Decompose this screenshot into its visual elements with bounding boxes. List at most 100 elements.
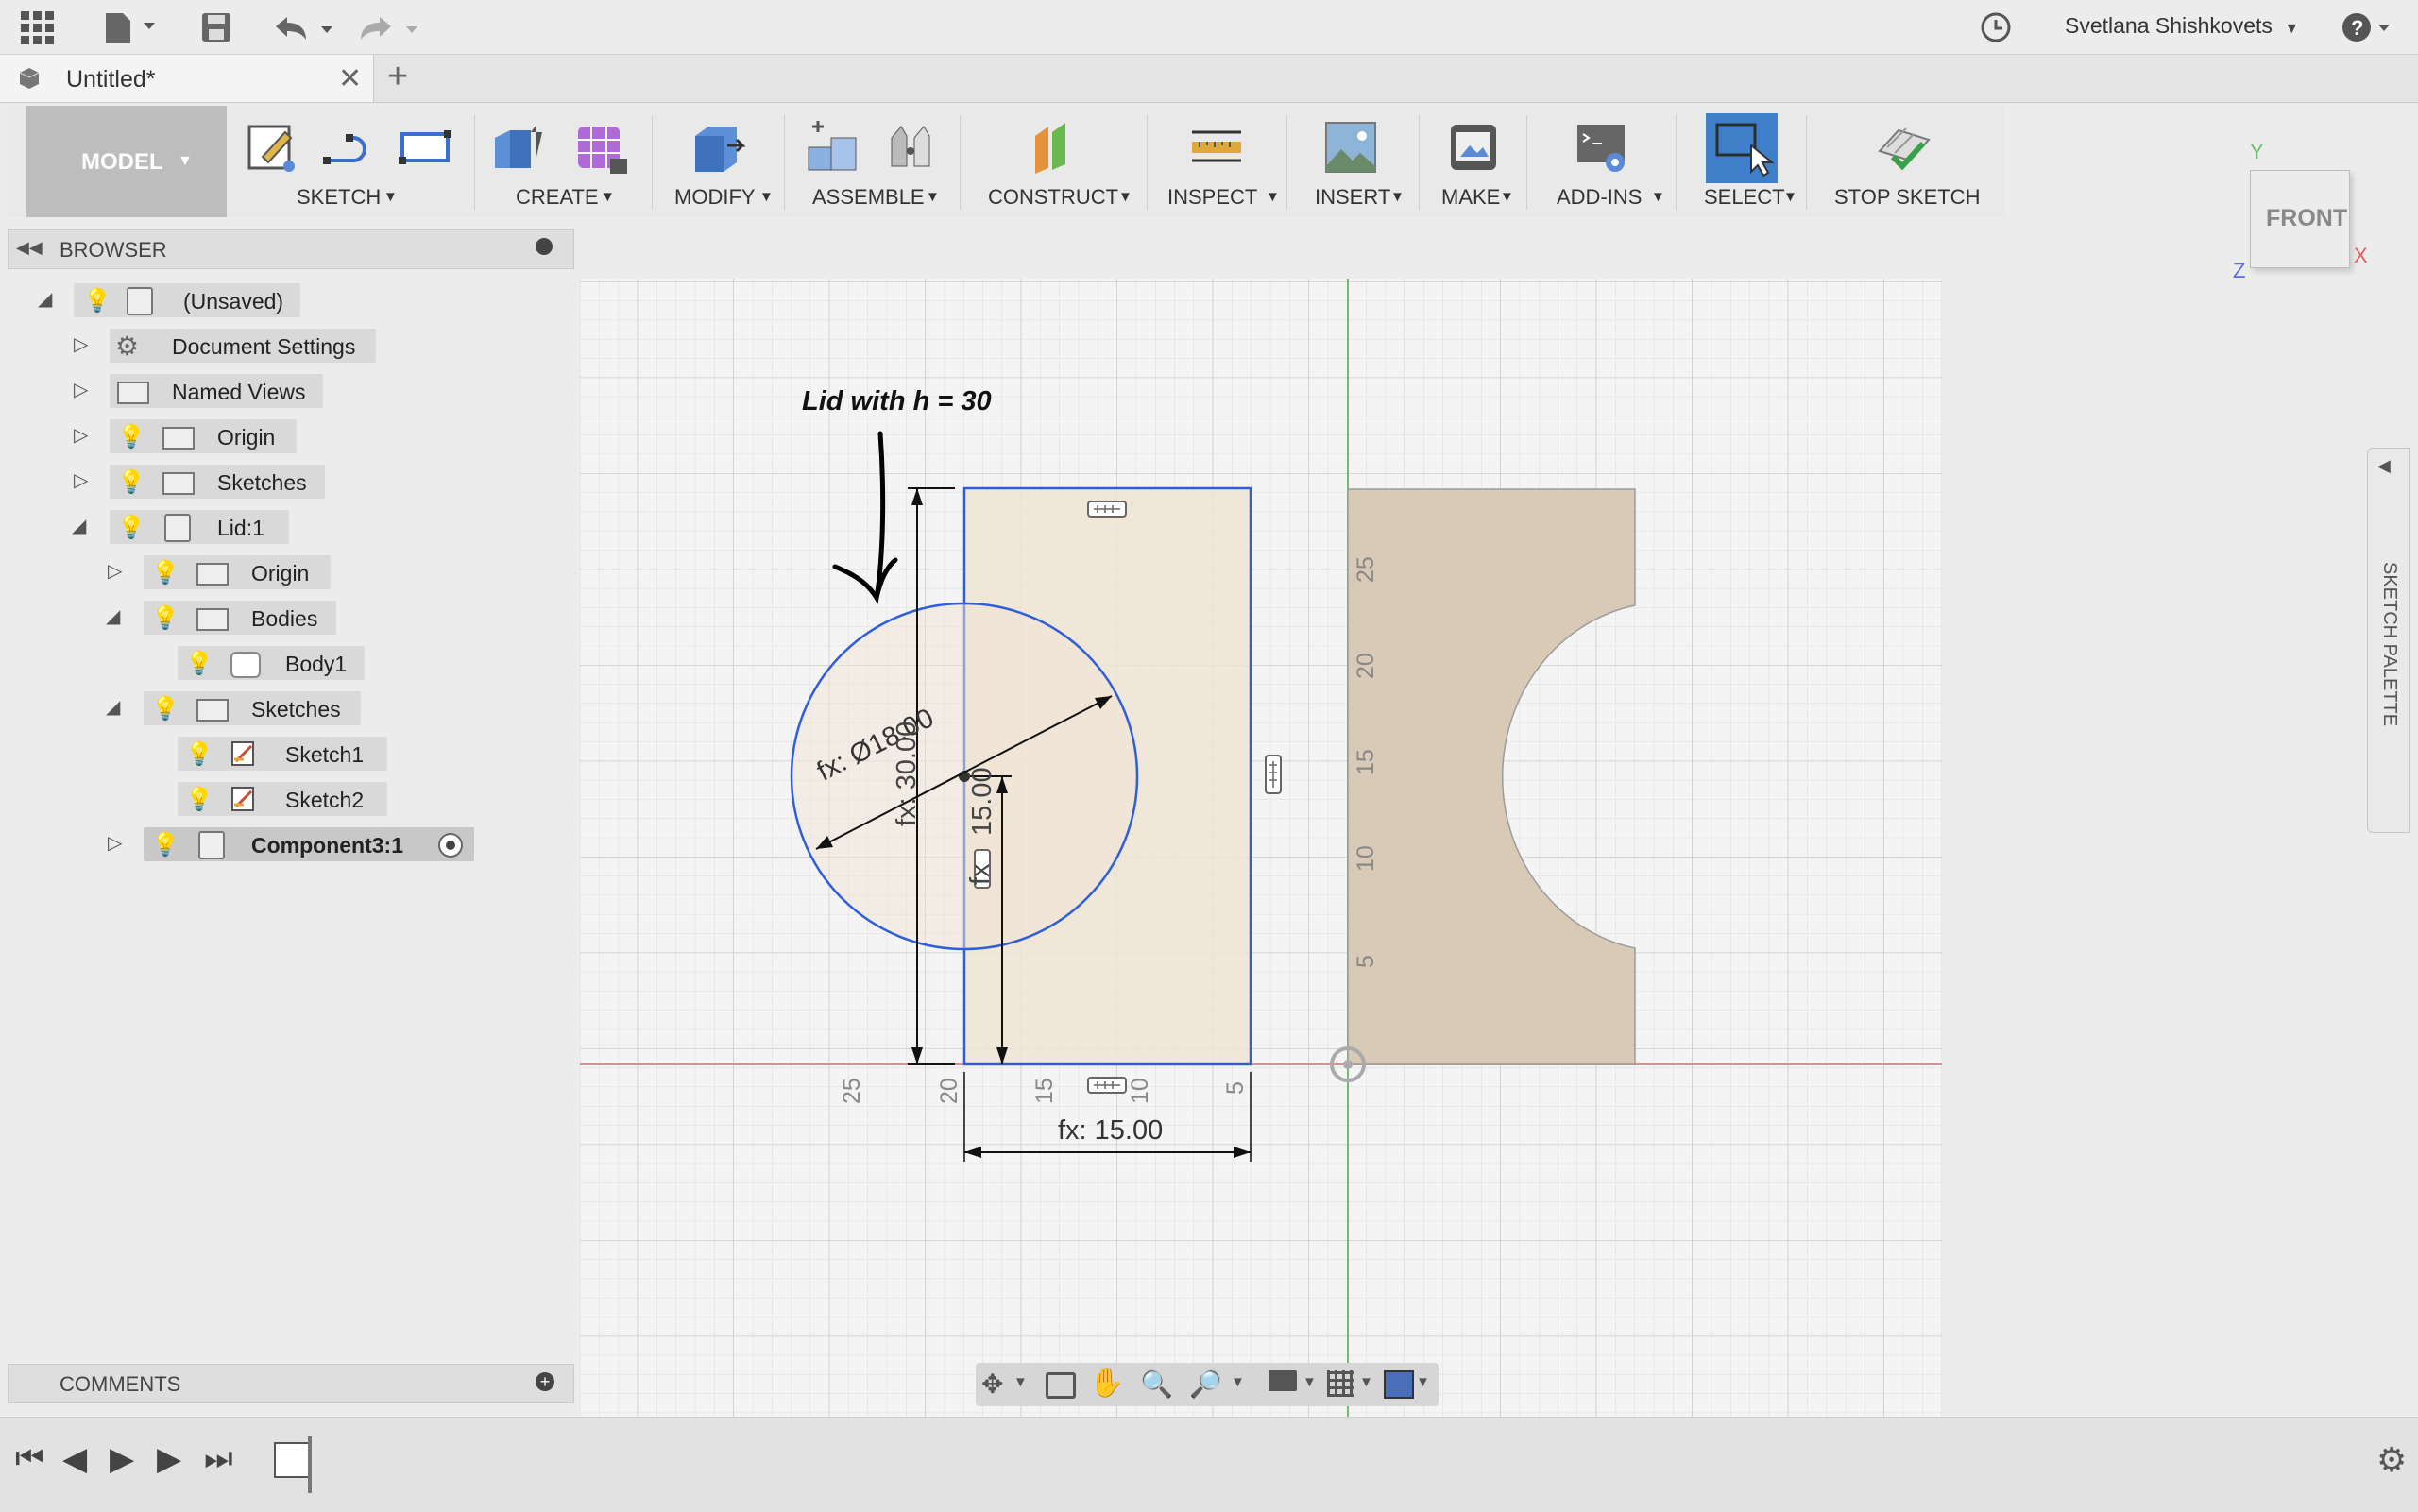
viewports-icon[interactable] — [1384, 1370, 1414, 1399]
browser-header[interactable]: ◀◀ BROWSER — [8, 229, 574, 269]
horizontal-dimension-label[interactable]: fx: 15.00 — [1058, 1115, 1163, 1147]
comments-header[interactable]: COMMENTS + — [8, 1364, 574, 1403]
close-icon[interactable]: ✕ — [338, 62, 362, 95]
view-cube[interactable]: FRONT Y X Z — [2220, 138, 2390, 282]
expand-triangle-icon[interactable]: ▷ — [108, 831, 122, 855]
create-group[interactable]: CREATE ▼ — [484, 106, 644, 217]
chevron-down-icon[interactable]: ▼ — [1013, 1374, 1028, 1390]
go-to-end-icon[interactable]: ⏭ — [204, 1440, 233, 1477]
make-menu[interactable]: MAKE — [1441, 185, 1500, 210]
collapse-triangle-icon[interactable]: ◢ — [72, 514, 86, 537]
user-menu[interactable]: Svetlana Shishkovets ▼ — [2065, 13, 2301, 42]
undo-icon[interactable] — [272, 11, 340, 45]
assemble-menu[interactable]: ASSEMBLE — [812, 185, 925, 210]
stop-sketch-button[interactable]: STOP SKETCH — [1834, 185, 1980, 210]
modify-group[interactable]: MODIFY ▼ — [659, 106, 792, 217]
look-at-icon[interactable] — [1046, 1372, 1076, 1399]
sketch-group[interactable]: SKETCH ▼ — [234, 106, 470, 217]
assemble-group[interactable]: ASSEMBLE ▼ — [792, 106, 962, 217]
expand-panel-icon[interactable]: ◀ — [2377, 456, 2391, 476]
insert-group[interactable]: INSERT ▼ — [1294, 106, 1417, 217]
help-icon[interactable]: ? — [2341, 11, 2397, 43]
insert-image-icon[interactable] — [1322, 119, 1379, 176]
workspace-switcher[interactable]: MODEL ▼ — [26, 106, 227, 217]
lightbulb-icon[interactable]: 💡 — [185, 786, 213, 813]
expand-triangle-icon[interactable]: ▷ — [74, 332, 88, 356]
lightbulb-icon[interactable]: 💡 — [83, 287, 111, 314]
tree-item-origin[interactable]: ▷ 💡 Origin — [0, 419, 576, 453]
tree-item-component3[interactable]: ▷ 💡 Component3:1 — [0, 827, 576, 861]
play-icon[interactable]: ▶ — [110, 1440, 134, 1478]
extrude-icon[interactable] — [489, 119, 546, 176]
chevron-down-icon[interactable]: ▼ — [1359, 1374, 1373, 1390]
vertical-dimension-label[interactable]: 15.00 — [967, 767, 998, 836]
tree-item-sketch1[interactable]: 💡 Sketch1 — [0, 737, 576, 771]
tree-item-lid[interactable]: ◢ 💡 Lid:1 — [0, 510, 576, 544]
chevron-down-icon[interactable]: ▼ — [1231, 1374, 1245, 1390]
go-to-start-icon[interactable]: ⏮ — [15, 1440, 44, 1477]
3d-print-icon[interactable] — [1445, 119, 1502, 176]
chevron-down-icon[interactable]: ▼ — [1303, 1374, 1317, 1390]
insert-menu[interactable]: INSERT — [1315, 185, 1390, 210]
stop-sketch-group[interactable]: STOP SKETCH — [1814, 106, 1984, 217]
inspect-menu[interactable]: INSPECT — [1167, 185, 1257, 210]
orbit-icon[interactable]: ✥ — [981, 1368, 1003, 1400]
zoom-icon[interactable]: 🔍 — [1140, 1368, 1173, 1400]
grid-menu-icon[interactable] — [21, 11, 55, 45]
select-group[interactable]: SELECT ▼ — [1683, 106, 1806, 217]
step-forward-icon[interactable]: ▶ — [157, 1440, 181, 1478]
rectangle-tool-icon[interactable] — [397, 119, 453, 176]
collapse-triangle-icon[interactable]: ◢ — [38, 287, 52, 311]
sketch-menu[interactable]: SKETCH — [297, 185, 381, 210]
lightbulb-icon[interactable]: 💡 — [117, 468, 145, 496]
create-sketch-icon[interactable] — [244, 119, 300, 176]
expand-triangle-icon[interactable]: ▷ — [74, 468, 88, 492]
tab-untitled[interactable]: Untitled* ✕ — [0, 55, 374, 102]
tree-item-sketches[interactable]: ▷ 💡 Sketches — [0, 465, 576, 499]
collapse-triangle-icon[interactable]: ◢ — [106, 695, 120, 719]
minimize-icon[interactable] — [536, 238, 553, 255]
scripts-addins-icon[interactable] — [1574, 119, 1630, 176]
form-icon[interactable] — [572, 119, 629, 176]
expand-triangle-icon[interactable]: ▷ — [74, 423, 88, 447]
timeline-sketch-feature-icon[interactable] — [274, 1442, 310, 1478]
add-ins-group[interactable]: ADD-INS ▼ — [1534, 106, 1676, 217]
measure-icon[interactable] — [1188, 119, 1245, 176]
tree-item-root[interactable]: ◢ 💡 (Unsaved) — [0, 283, 576, 317]
lightbulb-icon[interactable]: 💡 — [151, 831, 179, 858]
lightbulb-icon[interactable]: 💡 — [117, 423, 145, 450]
collapse-triangle-icon[interactable]: ◢ — [106, 604, 120, 628]
tree-item-bodies[interactable]: ◢ 💡 Bodies — [0, 601, 576, 635]
add-ins-menu[interactable]: ADD-INS — [1557, 185, 1642, 210]
add-comment-icon[interactable]: + — [536, 1372, 554, 1391]
pan-hand-icon[interactable]: ✋ — [1089, 1367, 1124, 1400]
expand-triangle-icon[interactable]: ▷ — [108, 559, 122, 583]
tree-item-lid-origin[interactable]: ▷ 💡 Origin — [0, 555, 576, 589]
lightbulb-icon[interactable]: 💡 — [185, 650, 213, 677]
expand-triangle-icon[interactable]: ▷ — [74, 378, 88, 401]
file-icon[interactable] — [102, 9, 161, 45]
lightbulb-icon[interactable]: 💡 — [117, 514, 145, 541]
tree-item-document-settings[interactable]: ▷ ⚙ Document Settings — [0, 329, 576, 363]
tree-item-body1[interactable]: 💡 Body1 — [0, 646, 576, 680]
display-settings-icon[interactable] — [1269, 1370, 1297, 1391]
step-back-icon[interactable]: ◀ — [62, 1440, 87, 1478]
modify-menu[interactable]: MODIFY — [674, 185, 756, 210]
save-icon[interactable] — [200, 11, 234, 45]
select-menu[interactable]: SELECT — [1704, 185, 1785, 210]
zoom-window-icon[interactable]: 🔎 — [1189, 1368, 1222, 1400]
tree-item-lid-sketches[interactable]: ◢ 💡 Sketches — [0, 691, 576, 725]
lightbulb-icon[interactable]: 💡 — [151, 559, 179, 586]
timeline-marker[interactable] — [308, 1436, 312, 1493]
new-tab-button[interactable]: + — [387, 57, 408, 97]
height-dimension-label[interactable]: fx: 30.00 — [892, 722, 923, 826]
redo-icon[interactable] — [357, 11, 425, 45]
view-cube-face[interactable]: FRONT — [2250, 170, 2350, 268]
offset-plane-icon[interactable] — [1028, 119, 1084, 176]
construct-menu[interactable]: CONSTRUCT — [988, 185, 1118, 210]
collapse-panel-icon[interactable]: ◀◀ — [16, 238, 43, 258]
line-tool-icon[interactable] — [321, 119, 378, 176]
lightbulb-icon[interactable]: 💡 — [185, 740, 213, 768]
create-menu[interactable]: CREATE — [516, 185, 599, 210]
activate-radio-icon[interactable] — [438, 833, 463, 858]
